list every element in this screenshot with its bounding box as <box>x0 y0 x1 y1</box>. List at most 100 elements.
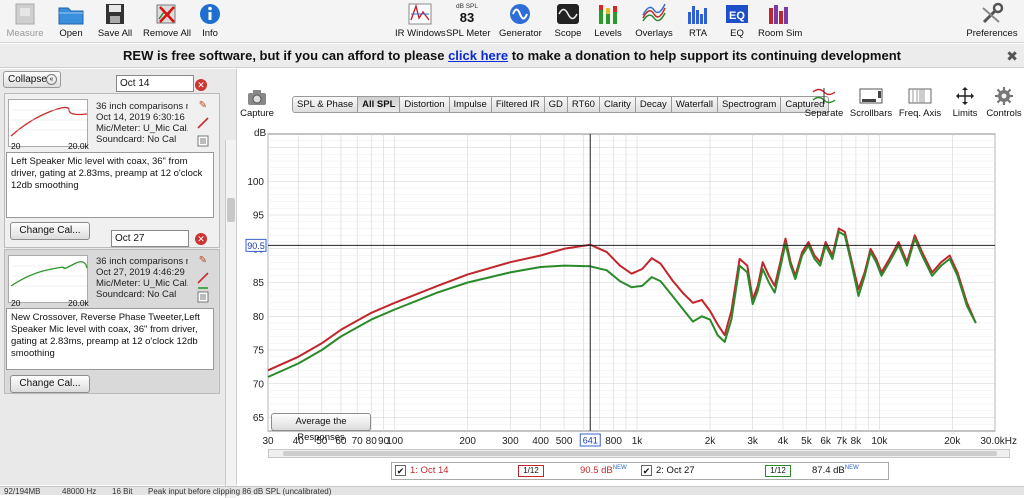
info-line: Soundcard: No Cal <box>96 289 177 300</box>
tab-impulse[interactable]: Impulse <box>449 97 492 112</box>
scrollbars-icon <box>849 84 893 108</box>
donation-link[interactable]: click here <box>448 48 508 63</box>
x-tick-label: 10k <box>871 436 888 447</box>
measure-button[interactable]: Measure <box>4 0 46 42</box>
thumb-x-min: 20 <box>11 298 21 308</box>
levels-label: Levels <box>594 28 622 39</box>
status-bar: 92/194MB 48000 Hz 16 Bit Peak input befo… <box>0 486 1024 496</box>
thumb-x-max: 20.0k <box>68 141 89 151</box>
y-tick-label: 95 <box>253 211 265 222</box>
controls-button[interactable]: Controls <box>986 84 1022 119</box>
eq-button[interactable]: EQ EQ <box>723 0 751 42</box>
measurement-name-field[interactable]: Oct 27 <box>111 230 189 247</box>
tab-filtered-ir[interactable]: Filtered IR <box>491 97 545 112</box>
edit-info-icon[interactable]: ✎ <box>197 255 209 267</box>
info-icon <box>196 1 224 27</box>
info-button[interactable]: Info <box>196 0 224 42</box>
trace-checkbox[interactable]: ✔ <box>641 465 652 476</box>
save-all-button[interactable]: Save All <box>95 0 135 42</box>
room-sim-icon <box>765 1 793 27</box>
cursor-x-readout: 641 <box>583 436 598 446</box>
measurement-name-field[interactable]: Oct 14 <box>116 75 194 92</box>
tab-spl-phase[interactable]: SPL & Phase <box>293 97 359 112</box>
room-sim-button[interactable]: Room Sim <box>758 0 802 42</box>
generator-button[interactable]: Generator <box>499 0 542 42</box>
x-tick-label: 8k <box>851 436 863 447</box>
scrollbar-thumb[interactable] <box>227 198 235 222</box>
tab-gd[interactable]: GD <box>544 97 568 112</box>
spl-meter-button[interactable]: dB SPL 83 SPL Meter <box>446 0 491 42</box>
tab-distortion[interactable]: Distortion <box>400 97 450 112</box>
separate-icon <box>804 84 844 108</box>
change-cal-button[interactable]: Change Cal... <box>10 375 90 393</box>
measurement-thumbnail <box>8 99 88 147</box>
ir-windows-button[interactable]: IR Windows <box>395 0 446 42</box>
x-tick-label: 200 <box>459 436 476 447</box>
preferences-button[interactable]: Preferences <box>964 0 1020 42</box>
banner-text-pre: REW is free software, but if you can aff… <box>123 48 449 63</box>
info-line: 36 inch comparisons no <box>96 101 188 112</box>
info-line: 36 inch comparisons no <box>96 256 188 267</box>
y-tick-label: 85 <box>253 278 265 289</box>
tab-rt60[interactable]: RT60 <box>567 97 600 112</box>
remove-measurement-icon[interactable]: ✕ <box>195 79 207 91</box>
controls-gear-icon <box>986 84 1022 108</box>
tab-all-spl[interactable]: All SPL <box>358 97 401 112</box>
trace-checkbox[interactable]: ✔ <box>395 465 406 476</box>
tab-decay[interactable]: Decay <box>635 97 672 112</box>
banner-close-icon[interactable]: ✖ <box>1006 44 1018 68</box>
scrollbar-thumb[interactable] <box>283 451 997 456</box>
change-cal-button[interactable]: Change Cal... <box>10 222 90 240</box>
open-folder-icon <box>57 1 85 27</box>
overlays-button[interactable]: Overlays <box>632 0 676 42</box>
smoothing-badge[interactable]: 1/12 <box>765 465 791 477</box>
generator-icon <box>506 1 534 27</box>
rta-button[interactable]: RTA <box>684 0 712 42</box>
y-tick-label: 65 <box>253 413 265 424</box>
notes-icon[interactable] <box>197 135 209 147</box>
limits-button[interactable]: Limits <box>948 84 982 119</box>
x-tick-label: 300 <box>502 436 519 447</box>
tab-waterfall[interactable]: Waterfall <box>671 97 718 112</box>
donation-banner: REW is free software, but if you can aff… <box>0 44 1024 68</box>
x-tick-label: 30 <box>262 436 274 447</box>
preferences-label: Preferences <box>966 28 1018 39</box>
measurement-thumbnail <box>8 255 88 303</box>
edit-info-icon[interactable]: ✎ <box>197 100 209 112</box>
open-button[interactable]: Open <box>54 0 88 42</box>
levels-button[interactable]: Levels <box>592 0 624 42</box>
panel-scrollbar[interactable] <box>225 140 236 498</box>
info-line: Soundcard: No Cal <box>96 134 177 145</box>
remove-measurement-icon[interactable]: ✕ <box>195 233 207 245</box>
save-disk-icon <box>101 1 129 27</box>
horizontal-scrollbar[interactable] <box>268 449 1010 458</box>
measurement-info: 36 inch comparisons no Oct 27, 2019 4:46… <box>96 256 188 300</box>
scrollbars-button[interactable]: Scrollbars <box>849 84 893 119</box>
measurement-notes[interactable]: New Crossover, Reverse Phase Tweeter,Lef… <box>6 308 214 370</box>
separate-button[interactable]: Separate <box>804 84 844 119</box>
freq-axis-button[interactable]: Freq. Axis <box>897 84 943 119</box>
x-tick-label: 3k <box>747 436 759 447</box>
x-tick-label: 6k <box>820 436 832 447</box>
new-tag: NEW <box>612 465 627 471</box>
collapse-button[interactable]: Collapse « <box>3 71 61 88</box>
smoothing-badge[interactable]: 1/12 <box>518 465 544 477</box>
main-toolbar: Measure Open Save All Remove All Info IR… <box>0 0 1024 43</box>
info-label: Info <box>202 28 218 39</box>
overlays-icon <box>640 1 668 27</box>
capture-button[interactable]: Capture <box>240 86 274 119</box>
average-responses-button[interactable]: Average the Responses <box>271 413 371 443</box>
x-tick-label: 500 <box>556 436 573 447</box>
trace-legend: ✔ 1: Oct 14 1/12 90.5 dBNEW ✔ 2: Oct 27 … <box>391 462 889 480</box>
trace-color-icon[interactable] <box>197 117 209 129</box>
tab-clarity[interactable]: Clarity <box>599 97 636 112</box>
measurement-notes[interactable]: Left Speaker Mic level with coax, 36" fr… <box>6 152 214 218</box>
x-tick-label: 100 <box>386 436 403 447</box>
scope-button[interactable]: Scope <box>551 0 585 42</box>
x-tick-label: 400 <box>532 436 549 447</box>
thumbnail-graph <box>10 261 88 287</box>
camera-icon <box>240 86 274 108</box>
remove-all-button[interactable]: Remove All <box>142 0 192 42</box>
notes-icon[interactable] <box>197 291 209 303</box>
tab-spectrogram[interactable]: Spectrogram <box>717 97 782 112</box>
